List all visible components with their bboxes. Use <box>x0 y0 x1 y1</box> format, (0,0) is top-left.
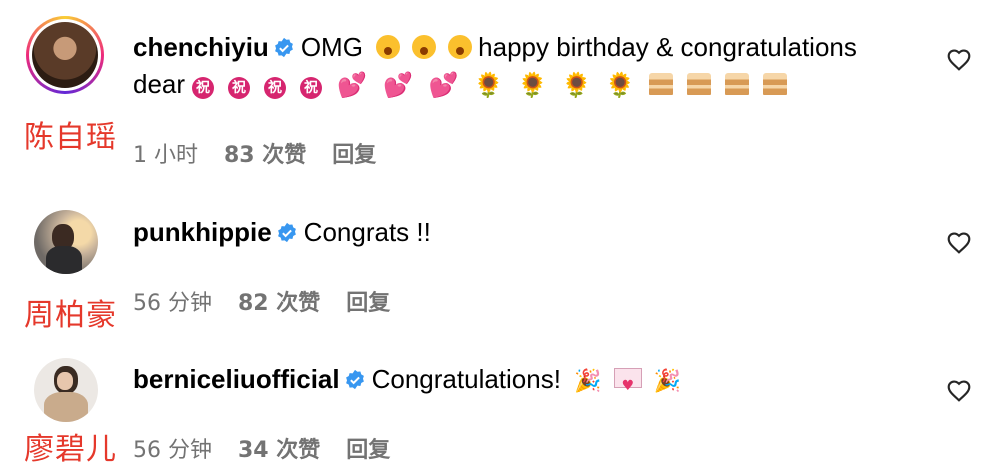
verified-badge-icon <box>274 37 293 58</box>
comment-body-start: OMG <box>300 32 363 62</box>
screaming-face-emoji-icon <box>448 35 473 59</box>
two-hearts-emoji-icon: 💕 <box>428 71 459 99</box>
party-popper-emoji-icon: 🎉 <box>653 369 681 394</box>
zhu-emoji-icon: 祝 <box>228 77 251 99</box>
comment-body-line2: dear <box>133 69 186 99</box>
like-count[interactable]: 34 次赞 <box>238 438 320 463</box>
comment-body-mid: happy birthday & congratulations <box>478 32 857 62</box>
comment-meta: 56 分钟 82 次赞 回复 <box>133 285 416 317</box>
screaming-face-emoji-icon <box>376 35 401 59</box>
comment-text: punkhippie Congrats !! <box>133 214 923 251</box>
reply-button[interactable]: 回复 <box>346 438 390 463</box>
zhu-emoji-icon: 祝 <box>300 77 323 99</box>
comment-body: Congrats !! <box>303 217 431 247</box>
comment-meta: 56 分钟 34 次赞 回复 <box>133 432 416 464</box>
username[interactable]: chenchiyiu <box>133 32 269 62</box>
cake-emoji-icon <box>763 73 788 95</box>
avatar-punkhippie[interactable] <box>34 210 98 274</box>
overlay-name-chenchiyiu: 陈自瑶 <box>24 120 117 155</box>
reply-button[interactable]: 回复 <box>332 143 376 168</box>
cake-emoji-icon <box>687 73 712 95</box>
avatar-berniceliuofficial[interactable] <box>34 358 98 422</box>
cake-emoji-icon <box>725 73 750 95</box>
two-hearts-emoji-icon: 💕 <box>337 71 367 99</box>
heart-icon[interactable] <box>946 47 972 71</box>
sunflower-emoji-icon: 🌻 <box>517 71 548 99</box>
username[interactable]: punkhippie <box>133 217 272 247</box>
party-popper-emoji-icon: 🎉 <box>574 369 602 394</box>
comment-text: chenchiyiu OMG happy birthday & congratul… <box>133 29 923 104</box>
sunflower-emoji-icon: 🌻 <box>561 71 592 99</box>
reply-button[interactable]: 回复 <box>346 291 390 316</box>
username[interactable]: berniceliuofficial <box>133 364 340 394</box>
zhu-emoji-icon: 祝 <box>192 77 215 99</box>
verified-badge-icon <box>277 222 296 243</box>
heart-icon[interactable] <box>946 378 972 402</box>
overlay-name-punkhippie: 周柏豪 <box>24 298 117 333</box>
timestamp[interactable]: 56 分钟 <box>133 438 212 463</box>
sunflower-emoji-icon: 🌻 <box>605 71 636 99</box>
timestamp[interactable]: 56 分钟 <box>133 291 212 316</box>
zhu-emoji-icon: 祝 <box>264 77 287 99</box>
timestamp[interactable]: 1 小时 <box>133 143 198 168</box>
screaming-face-emoji-icon <box>412 35 437 59</box>
heart-icon[interactable] <box>946 230 972 254</box>
sunflower-emoji-icon: 🌻 <box>473 71 504 99</box>
two-hearts-emoji-icon: 💕 <box>382 71 413 99</box>
comment-meta: 1 小时 83 次赞 回复 <box>133 137 402 169</box>
love-letter-emoji-icon <box>613 368 642 405</box>
comment-text: berniceliuofficial Congratulations! 🎉 🎉 <box>133 361 923 405</box>
avatar-chenchiyiu[interactable] <box>26 16 104 94</box>
like-count[interactable]: 82 次赞 <box>238 291 320 316</box>
like-count[interactable]: 83 次赞 <box>224 143 306 168</box>
overlay-name-berniceliuofficial: 廖碧儿 <box>24 432 117 467</box>
comment-body: Congratulations! <box>371 364 561 394</box>
verified-badge-icon <box>345 369 364 390</box>
cake-emoji-icon <box>649 73 674 95</box>
